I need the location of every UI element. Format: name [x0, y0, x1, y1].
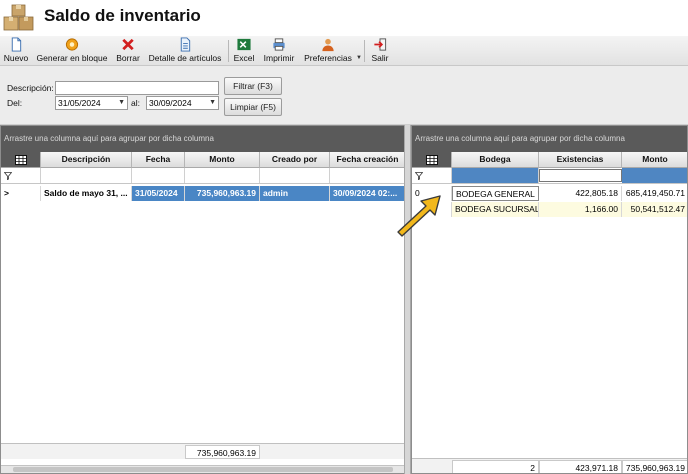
chevron-down-icon[interactable]: ▼	[356, 55, 362, 61]
chevron-down-icon[interactable]: ▼	[118, 97, 125, 109]
chevron-down-icon[interactable]: ▼	[209, 97, 216, 109]
cell-existencias[interactable]: 422,805.18	[539, 186, 622, 201]
cell-bodega[interactable]: BODEGA GENERAL	[452, 186, 539, 201]
cell-existencias[interactable]: 1,166.00	[539, 202, 622, 217]
left-grid: Arrastre una columna aquí para agrupar p…	[0, 125, 405, 474]
filter-cell[interactable]	[132, 168, 185, 183]
cell-bodega[interactable]: BODEGA SUCURSAL 2	[452, 202, 539, 217]
footer-total-existencias: 423,971.18	[539, 460, 622, 473]
salir-button[interactable]: Salir	[368, 37, 392, 65]
right-grid: Arrastre una columna aquí para agrupar p…	[411, 125, 688, 474]
preferencias-button[interactable]: Preferencias	[302, 37, 354, 65]
summary-footer: 2 423,971.18 735,960,963.19	[412, 458, 687, 473]
filter-icon	[414, 172, 424, 181]
column-fecha[interactable]: Fecha	[132, 152, 185, 168]
annotation-arrow-icon	[397, 195, 441, 237]
cell-fecha[interactable]: 31/05/2024	[132, 186, 185, 201]
column-fecha-creacion[interactable]: Fecha creación	[330, 152, 404, 168]
table-row[interactable]: 0 BODEGA GENERAL 422,805.18 685,419,450.…	[412, 186, 687, 201]
group-panel[interactable]: Arrastre una columna aquí para agrupar p…	[1, 126, 404, 152]
nuevo-button[interactable]: Nuevo	[2, 37, 30, 65]
window-title: Saldo de inventario	[44, 6, 201, 25]
al-date-picker[interactable]: 30/09/2024 ▼	[146, 96, 219, 110]
title-bar: Saldo de inventario	[0, 0, 688, 36]
filter-row	[412, 168, 687, 184]
gear-icon	[65, 38, 79, 51]
column-chooser[interactable]	[412, 152, 452, 168]
scroll-thumb[interactable]	[13, 467, 393, 472]
exit-icon	[374, 38, 387, 51]
column-bodega[interactable]: Bodega	[452, 152, 539, 168]
descripcion-input[interactable]	[55, 81, 219, 95]
filter-cell[interactable]	[260, 168, 330, 183]
delete-x-icon	[122, 38, 134, 51]
document-icon	[11, 37, 22, 52]
grid-icon	[14, 155, 27, 165]
filter-cell[interactable]	[539, 169, 622, 182]
del-label: Del:	[7, 98, 23, 108]
column-chooser[interactable]	[1, 152, 41, 168]
limpiar-button[interactable]: Limpiar (F5)	[224, 98, 282, 116]
descripcion-label: Descripción:	[7, 83, 54, 93]
cell-monto[interactable]: 735,960,963.19	[185, 186, 260, 201]
table-row[interactable]: BODEGA SUCURSAL 2 1,166.00 50,541,512.47	[412, 202, 687, 217]
user-icon	[322, 38, 334, 52]
filter-row	[1, 168, 404, 184]
print-icon	[273, 38, 285, 51]
cell-descripcion[interactable]: Saldo de mayo 31, ...	[41, 186, 132, 201]
cell-monto[interactable]: 685,419,450.71	[622, 186, 687, 201]
filter-icon	[3, 172, 13, 181]
filter-cell[interactable]	[41, 168, 132, 183]
column-monto[interactable]: Monto	[622, 152, 687, 168]
column-creado-por[interactable]: Creado por	[260, 152, 330, 168]
app-window: Saldo de inventario Nuevo Generar en blo…	[0, 0, 688, 474]
toolbar: Nuevo Generar en bloque Borrar Detalle d…	[0, 36, 688, 66]
footer-count: 2	[452, 460, 539, 473]
column-descripcion[interactable]: Descripción	[41, 152, 132, 168]
filter-cell[interactable]	[452, 168, 539, 183]
toolbar-separator	[364, 40, 365, 62]
column-existencias[interactable]: Existencias	[539, 152, 622, 168]
toolbar-separator	[228, 40, 229, 62]
excel-button[interactable]: Excel	[232, 37, 256, 65]
filter-cell[interactable]	[622, 168, 687, 183]
document-icon	[180, 37, 191, 52]
filter-icon-cell[interactable]	[412, 168, 452, 183]
panel-splitter[interactable]	[404, 125, 411, 474]
detalle-de-articulos-button[interactable]: Detalle de artículos	[146, 37, 224, 65]
borrar-button[interactable]: Borrar	[114, 37, 142, 65]
table-row[interactable]: > Saldo de mayo 31, ... 31/05/2024 735,9…	[1, 186, 404, 201]
excel-icon	[237, 38, 251, 51]
al-label: al:	[131, 98, 140, 108]
cell-creado-por[interactable]: admin	[260, 186, 330, 201]
del-date-picker[interactable]: 31/05/2024 ▼	[55, 96, 128, 110]
cell-monto[interactable]: 50,541,512.47	[622, 202, 687, 217]
filter-panel: Descripción: Del: 31/05/2024 ▼ al: 30/09…	[0, 66, 688, 125]
generar-en-bloque-button[interactable]: Generar en bloque	[34, 37, 110, 65]
summary-footer: 735,960,963.19	[1, 443, 404, 459]
filter-cell[interactable]	[185, 168, 260, 183]
footer-total-monto: 735,960,963.19	[185, 445, 260, 459]
column-monto[interactable]: Monto	[185, 152, 260, 168]
filtrar-button[interactable]: Filtrar (F3)	[224, 77, 282, 95]
horizontal-scrollbar[interactable]	[1, 465, 404, 473]
filter-icon-cell[interactable]	[1, 168, 41, 183]
grid-icon	[425, 155, 438, 165]
group-panel[interactable]: Arrastre una columna aquí para agrupar p…	[412, 126, 687, 152]
filter-cell[interactable]	[330, 168, 404, 183]
row-indicator[interactable]: >	[1, 186, 41, 201]
imprimir-button[interactable]: Imprimir	[260, 37, 298, 65]
boxes-icon	[3, 4, 34, 31]
footer-total-monto: 735,960,963.19	[622, 460, 687, 473]
